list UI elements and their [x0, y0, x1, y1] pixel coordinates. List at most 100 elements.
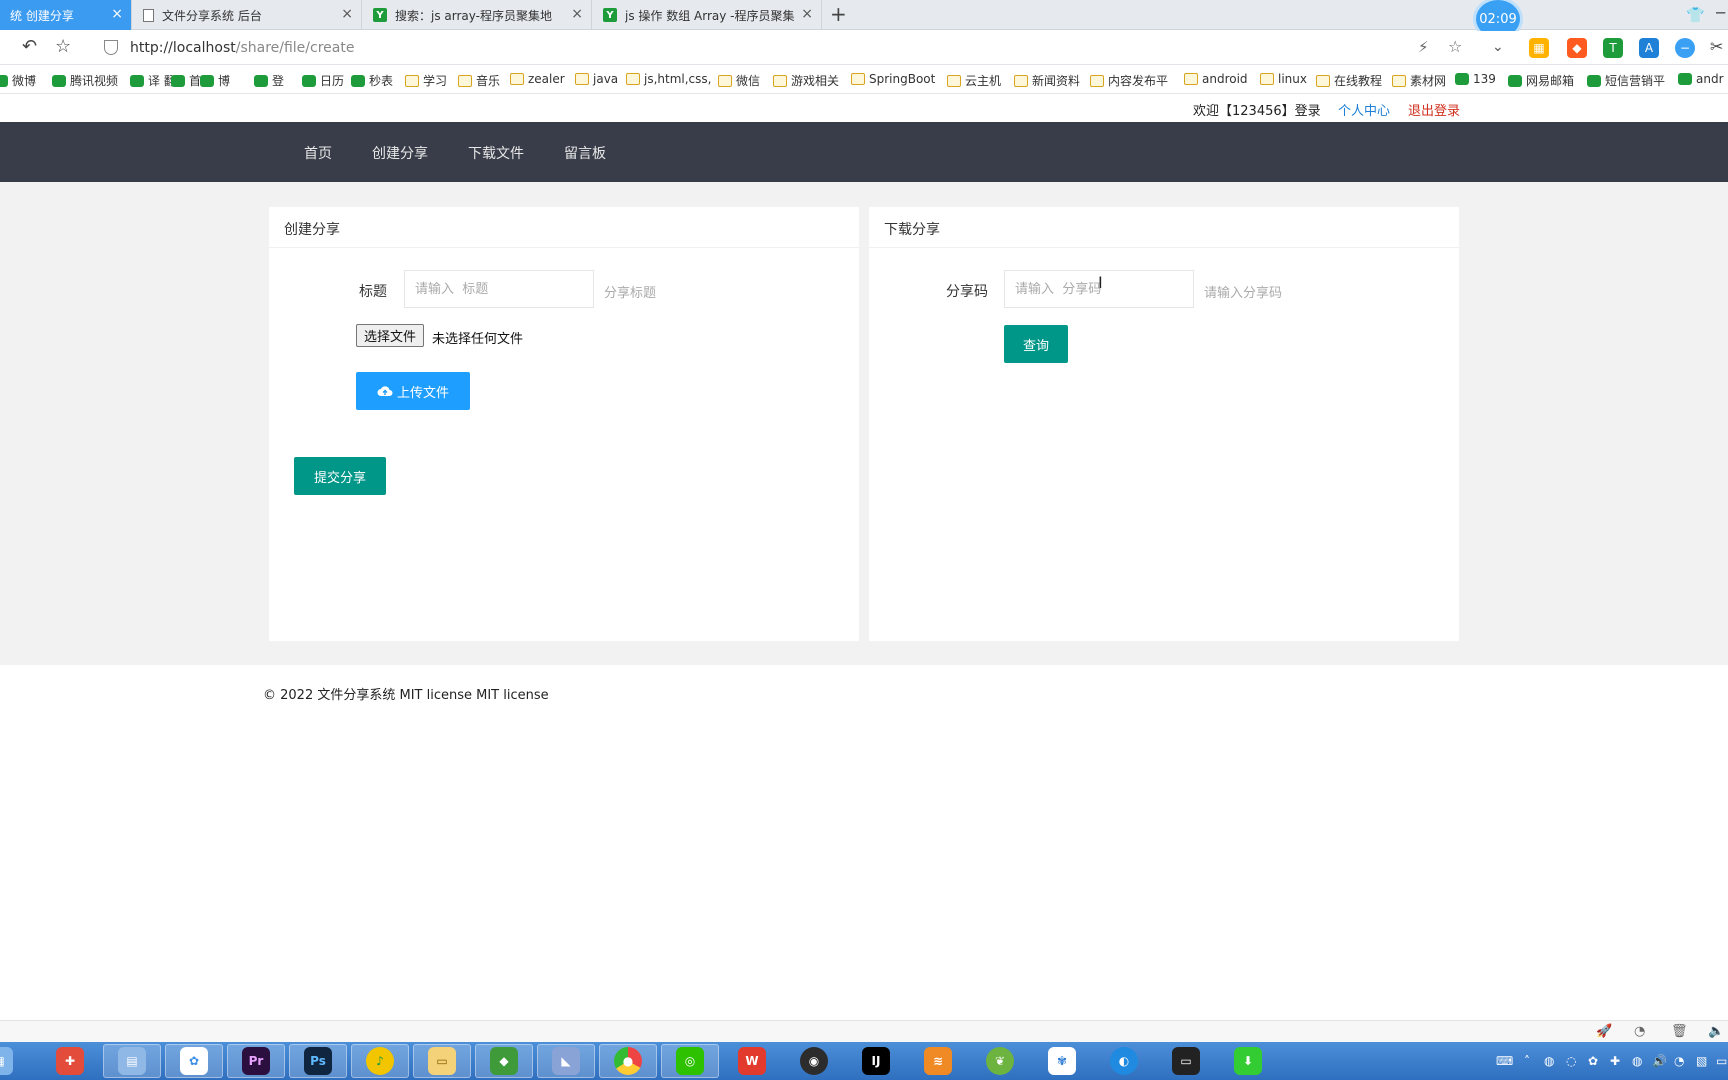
- bookmark-item[interactable]: 游戏相关: [773, 72, 839, 89]
- nav-message-board[interactable]: 留言板: [564, 143, 606, 163]
- start-button[interactable]: ▦: [0, 1044, 28, 1078]
- taskbar-spring-icon[interactable]: ❦: [971, 1044, 1029, 1078]
- bookmark-item[interactable]: 日历: [302, 72, 344, 89]
- bookmark-item[interactable]: 139: [1455, 72, 1496, 86]
- taskbar-app-icon[interactable]: ⬇: [1219, 1044, 1277, 1078]
- bookmark-item[interactable]: 译 翻: [130, 72, 176, 89]
- bookmark-item[interactable]: 登: [254, 72, 284, 89]
- tab-admin[interactable]: 文件分享系统 后台 ×: [133, 0, 362, 30]
- minus-circle-icon[interactable]: −: [1675, 38, 1695, 58]
- taskbar-app-icon[interactable]: Pr: [227, 1044, 285, 1078]
- submit-share-button[interactable]: 提交分享: [294, 457, 386, 495]
- bookmark-item[interactable]: android: [1184, 72, 1248, 86]
- bookmark-item[interactable]: js,html,css,: [626, 72, 711, 86]
- bookmark-item[interactable]: 微博: [0, 72, 36, 89]
- upload-file-button[interactable]: 上传文件: [356, 372, 470, 410]
- nav-home[interactable]: 首页: [304, 143, 332, 163]
- tray-expand-icon[interactable]: ˄: [1524, 1054, 1530, 1068]
- bookmark-item[interactable]: 微信: [718, 72, 760, 89]
- profile-link[interactable]: 个人中心: [1338, 100, 1390, 119]
- tray-app-icon[interactable]: ◔: [1674, 1054, 1684, 1068]
- close-icon[interactable]: ×: [341, 7, 353, 21]
- taskbar-app-icon[interactable]: ◉: [785, 1044, 843, 1078]
- star-icon[interactable]: ☆: [55, 38, 71, 56]
- title-input[interactable]: [404, 270, 594, 308]
- url-field[interactable]: http://localhost/share/file/create: [130, 40, 354, 56]
- taskbar-app-icon[interactable]: ✿: [165, 1044, 223, 1078]
- bookmark-item[interactable]: 云主机: [947, 72, 1001, 89]
- taskbar-wps-icon[interactable]: W: [723, 1044, 781, 1078]
- speaker-icon[interactable]: 🔊: [1652, 1054, 1667, 1068]
- taskbar-app-icon[interactable]: Ps: [289, 1044, 347, 1078]
- network-icon[interactable]: ▭: [1716, 1054, 1727, 1068]
- bookmark-item[interactable]: andr: [1678, 72, 1724, 86]
- lightning-icon[interactable]: ⚡: [1418, 38, 1429, 56]
- bookmark-item[interactable]: java: [575, 72, 618, 86]
- bookmark-item[interactable]: 短信营销平: [1587, 72, 1665, 89]
- close-icon[interactable]: ×: [801, 7, 813, 21]
- apps-grid-icon[interactable]: ▦: [1529, 38, 1549, 58]
- bookmark-item[interactable]: 素材网: [1392, 72, 1446, 89]
- taskbar-intellij-icon[interactable]: IJ: [847, 1044, 905, 1078]
- bookmark-item[interactable]: 腾讯视频: [52, 72, 118, 89]
- close-icon[interactable]: ×: [111, 7, 123, 21]
- bookmark-item[interactable]: 网易邮箱: [1508, 72, 1574, 89]
- taskbar-app-icon[interactable]: ✚: [41, 1044, 99, 1078]
- trash-icon[interactable]: 🗑: [1671, 1024, 1688, 1039]
- taskbar-wechat-icon[interactable]: ◎: [661, 1044, 719, 1078]
- query-button[interactable]: 查询: [1004, 325, 1068, 363]
- nav-create-share[interactable]: 创建分享: [372, 143, 428, 163]
- taskbar-chrome-icon[interactable]: ●: [599, 1044, 657, 1078]
- taskbar-app-icon[interactable]: ◐: [1095, 1044, 1153, 1078]
- bookmark-item[interactable]: 新闻资料: [1014, 72, 1080, 89]
- taskbar-monitor-icon[interactable]: ▭: [1157, 1044, 1215, 1078]
- taskbar-app-icon[interactable]: ▤: [103, 1044, 161, 1078]
- taskbar-app-icon[interactable]: ≋: [909, 1044, 967, 1078]
- tray-app-icon[interactable]: ✿: [1588, 1054, 1598, 1068]
- skin-icon[interactable]: 👕: [1686, 6, 1705, 24]
- chevron-down-icon[interactable]: ⌄: [1492, 38, 1504, 56]
- scissors-icon[interactable]: ✂: [1710, 38, 1723, 56]
- minimize-icon[interactable]: ─: [1716, 4, 1725, 22]
- taskbar-app-icon[interactable]: ▭: [413, 1044, 471, 1078]
- choose-file-button[interactable]: 选择文件: [356, 324, 425, 347]
- undo-icon[interactable]: ↶: [22, 38, 37, 56]
- bookmark-label: 微信: [736, 74, 761, 88]
- translate-ext-icon[interactable]: A: [1639, 38, 1659, 58]
- shield-t-icon[interactable]: T: [1603, 38, 1623, 58]
- bookmark-item[interactable]: 秒表: [351, 72, 393, 89]
- close-icon[interactable]: ×: [571, 7, 583, 21]
- bookmark-item[interactable]: 博: [200, 72, 230, 89]
- taskbar-app-icon[interactable]: ◆: [475, 1044, 533, 1078]
- nav-download-file[interactable]: 下载文件: [468, 143, 524, 163]
- bookmark-item[interactable]: 在线教程: [1316, 72, 1382, 89]
- bookmark-item[interactable]: 学习: [405, 72, 447, 89]
- bookmark-item[interactable]: 内容发布平: [1090, 72, 1168, 89]
- logout-link[interactable]: 退出登录: [1408, 100, 1460, 119]
- user-bar: 欢迎【123456】登录 个人中心 退出登录: [0, 95, 1728, 122]
- tray-app-icon[interactable]: ◍: [1632, 1054, 1642, 1068]
- new-tab-button[interactable]: +: [830, 4, 847, 24]
- rocket-icon[interactable]: 🚀: [1596, 1024, 1612, 1039]
- bookmark-star-icon[interactable]: ☆: [1448, 38, 1462, 56]
- bookmark-item[interactable]: SpringBoot: [851, 72, 935, 86]
- bookmark-item[interactable]: 音乐: [458, 72, 500, 89]
- bookmark-item[interactable]: linux: [1260, 72, 1307, 86]
- tray-app-icon[interactable]: ◌: [1566, 1054, 1576, 1068]
- bookmark-item[interactable]: 首: [171, 72, 201, 89]
- taskbar-app-icon[interactable]: ✾: [1033, 1044, 1091, 1078]
- tab-create-share[interactable]: 统 创建分享 ×: [0, 0, 132, 30]
- bookmark-item[interactable]: zealer: [510, 72, 565, 86]
- taskbar-app-icon[interactable]: ◣: [537, 1044, 595, 1078]
- keyboard-icon[interactable]: ⌨: [1496, 1054, 1513, 1068]
- wechat-tray-icon[interactable]: ◍: [1544, 1054, 1554, 1068]
- tray-app-icon[interactable]: ✚: [1610, 1054, 1620, 1068]
- tab-search-js-array[interactable]: Y 搜索：js array-程序员聚集地 ×: [363, 0, 592, 30]
- tray-app-icon[interactable]: ▧: [1696, 1054, 1707, 1068]
- taskbar-app-icon[interactable]: ♪: [351, 1044, 409, 1078]
- volume-icon[interactable]: 🔈: [1708, 1024, 1724, 1039]
- tab-js-array-ops[interactable]: Y js 操作 数组 Array -程序员聚集地 ×: [593, 0, 822, 30]
- speed-icon[interactable]: ◔: [1634, 1024, 1645, 1039]
- game-icon[interactable]: ◆: [1567, 38, 1587, 58]
- forward-icon[interactable]: ›: [0, 38, 1, 56]
